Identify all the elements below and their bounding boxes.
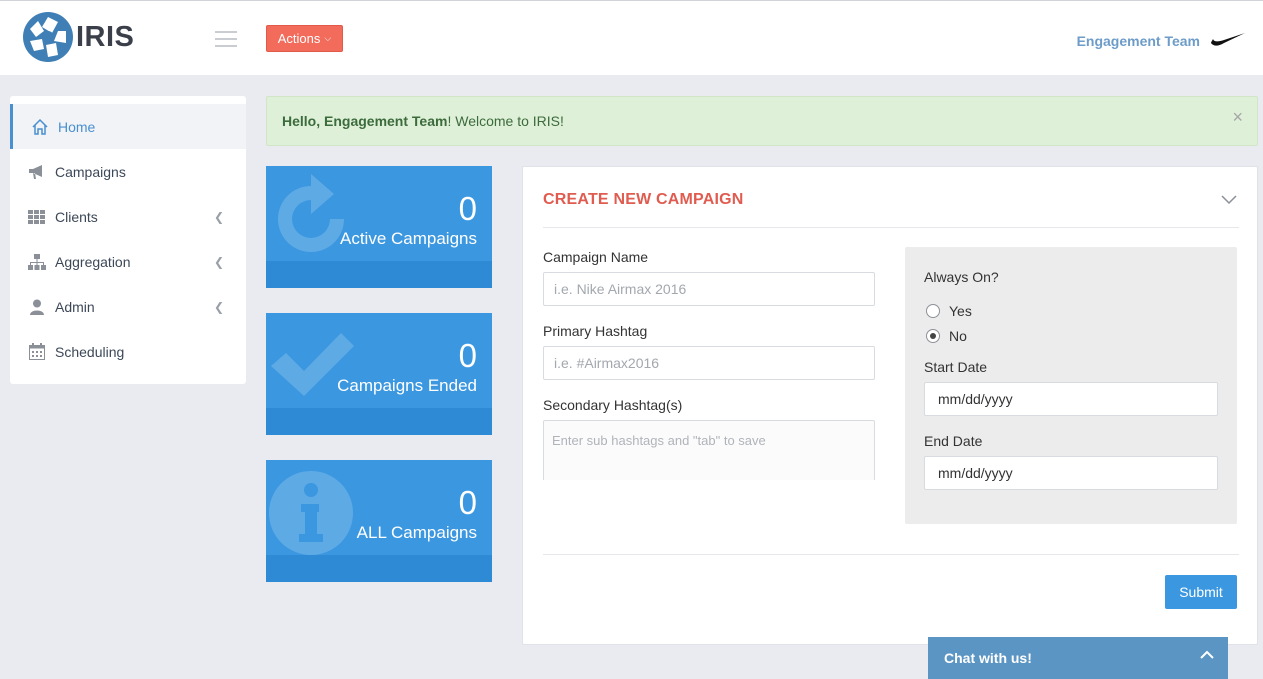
sidebar: Home Campaigns Clients ❮ Aggregation ❮ A…: [10, 96, 246, 384]
alert-message: ! Welcome to IRIS!: [447, 113, 564, 129]
close-icon[interactable]: ×: [1232, 107, 1243, 128]
sidebar-item-aggregation[interactable]: Aggregation ❮: [10, 239, 246, 284]
end-date-input[interactable]: mm/dd/yyyy: [924, 456, 1218, 490]
active-campaigns-card[interactable]: 0 Active Campaigns: [266, 166, 492, 288]
card-footer: [266, 261, 492, 288]
always-on-no-option[interactable]: No: [926, 328, 967, 344]
chevron-left-icon: ❮: [213, 300, 224, 314]
stat-value: 0: [458, 337, 477, 374]
stat-label: Campaigns Ended: [337, 376, 477, 395]
card-footer: [266, 408, 492, 435]
chevron-up-icon[interactable]: [1200, 650, 1214, 660]
home-icon: [30, 118, 50, 136]
check-icon: [271, 333, 354, 396]
chat-label: Chat with us!: [944, 650, 1032, 666]
sidebar-item-label: Campaigns: [55, 163, 126, 180]
always-on-yes-option[interactable]: Yes: [926, 303, 972, 319]
sidebar-item-admin[interactable]: Admin ❮: [10, 284, 246, 329]
menu-toggle-icon[interactable]: [215, 31, 237, 47]
campaign-name-input[interactable]: [543, 272, 875, 306]
welcome-alert: Hello, Engagement Team! Welcome to IRIS!…: [266, 96, 1258, 146]
panel-title: CREATE NEW CAMPAIGN: [543, 191, 744, 208]
card-footer: [266, 555, 492, 582]
refresh-icon: [278, 174, 344, 252]
divider: [543, 554, 1239, 555]
team-name[interactable]: Engagement Team: [1077, 33, 1200, 49]
schedule-box: Always On? Yes No Start Date mm/dd/yyyy …: [905, 247, 1237, 524]
grid-icon: [27, 208, 47, 226]
always-on-label: Always On?: [924, 269, 999, 285]
stat-value: 0: [458, 190, 477, 227]
all-campaigns-card[interactable]: 0 ALL Campaigns: [266, 460, 492, 582]
start-date-input[interactable]: mm/dd/yyyy: [924, 382, 1218, 416]
chevron-down-icon[interactable]: [1221, 195, 1237, 205]
create-campaign-panel: CREATE NEW CAMPAIGN Campaign Name Primar…: [522, 166, 1258, 645]
stat-label: Active Campaigns: [339, 229, 477, 248]
sidebar-item-label: Scheduling: [55, 343, 125, 360]
radio-label: No: [949, 328, 967, 344]
chat-widget[interactable]: Chat with us!: [928, 637, 1228, 679]
logo-text: IRIS: [76, 20, 135, 53]
primary-hashtag-label: Primary Hashtag: [543, 323, 648, 339]
campaigns-ended-card[interactable]: 0 Campaigns Ended: [266, 313, 492, 435]
aperture-logo-icon: [23, 12, 73, 62]
top-header: IRIS Actions ⌵ Engagement Team: [0, 0, 1263, 75]
radio-yes[interactable]: [926, 304, 940, 318]
actions-label: Actions: [277, 31, 321, 46]
sidebar-item-campaigns[interactable]: Campaigns: [10, 149, 246, 194]
radio-label: Yes: [949, 303, 972, 319]
iris-logo[interactable]: IRIS: [22, 11, 134, 63]
sidebar-item-label: Home: [58, 118, 96, 135]
secondary-hashtag-input[interactable]: Enter sub hashtags and "tab" to save: [543, 420, 875, 480]
user-icon: [27, 298, 47, 316]
divider: [543, 227, 1239, 228]
campaign-name-label: Campaign Name: [543, 249, 649, 265]
radio-no[interactable]: [926, 329, 940, 343]
sidebar-item-scheduling[interactable]: Scheduling: [10, 329, 246, 374]
start-date-label: Start Date: [924, 359, 988, 375]
actions-dropdown-button[interactable]: Actions ⌵: [266, 25, 343, 52]
stat-label: ALL Campaigns: [356, 523, 477, 542]
sidebar-item-clients[interactable]: Clients ❮: [10, 194, 246, 239]
sidebar-item-label: Clients: [55, 208, 98, 225]
sitemap-icon: [27, 253, 47, 271]
sidebar-item-label: Admin: [55, 298, 95, 315]
primary-hashtag-input[interactable]: [543, 346, 875, 380]
chevron-left-icon: ❮: [213, 210, 224, 224]
sidebar-item-label: Aggregation: [55, 253, 131, 270]
info-icon: [269, 471, 353, 555]
chevron-down-icon: ⌵: [324, 33, 332, 43]
chevron-left-icon: ❮: [213, 255, 224, 269]
megaphone-icon: [27, 163, 47, 181]
submit-button[interactable]: Submit: [1165, 575, 1237, 609]
alert-greeting: Hello, Engagement Team: [282, 113, 448, 129]
secondary-hashtag-label: Secondary Hashtag(s): [543, 397, 683, 413]
end-date-label: End Date: [924, 433, 983, 449]
sidebar-item-home[interactable]: Home: [10, 104, 246, 149]
stat-value: 0: [458, 484, 477, 521]
calendar-icon: [27, 343, 47, 361]
nike-swoosh-icon: [1211, 33, 1245, 46]
